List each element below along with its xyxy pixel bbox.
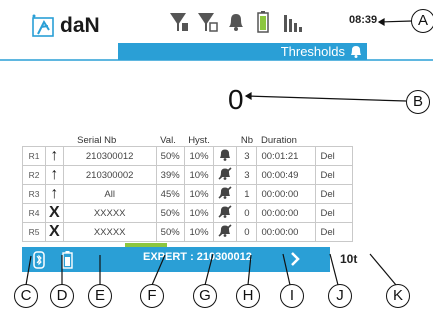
callout-e: E xyxy=(88,284,112,308)
callout-k: K xyxy=(386,284,410,308)
callout-j: J xyxy=(328,284,352,308)
callout-a: A xyxy=(411,9,433,33)
callout-lines xyxy=(25,17,413,286)
callout-b: B xyxy=(406,90,430,114)
callout-i: I xyxy=(280,284,304,308)
callout-c: C xyxy=(14,284,38,308)
callout-g: G xyxy=(193,284,217,308)
callout-f: F xyxy=(140,284,164,308)
callout-h: H xyxy=(236,284,260,308)
callout-d: D xyxy=(50,284,74,308)
